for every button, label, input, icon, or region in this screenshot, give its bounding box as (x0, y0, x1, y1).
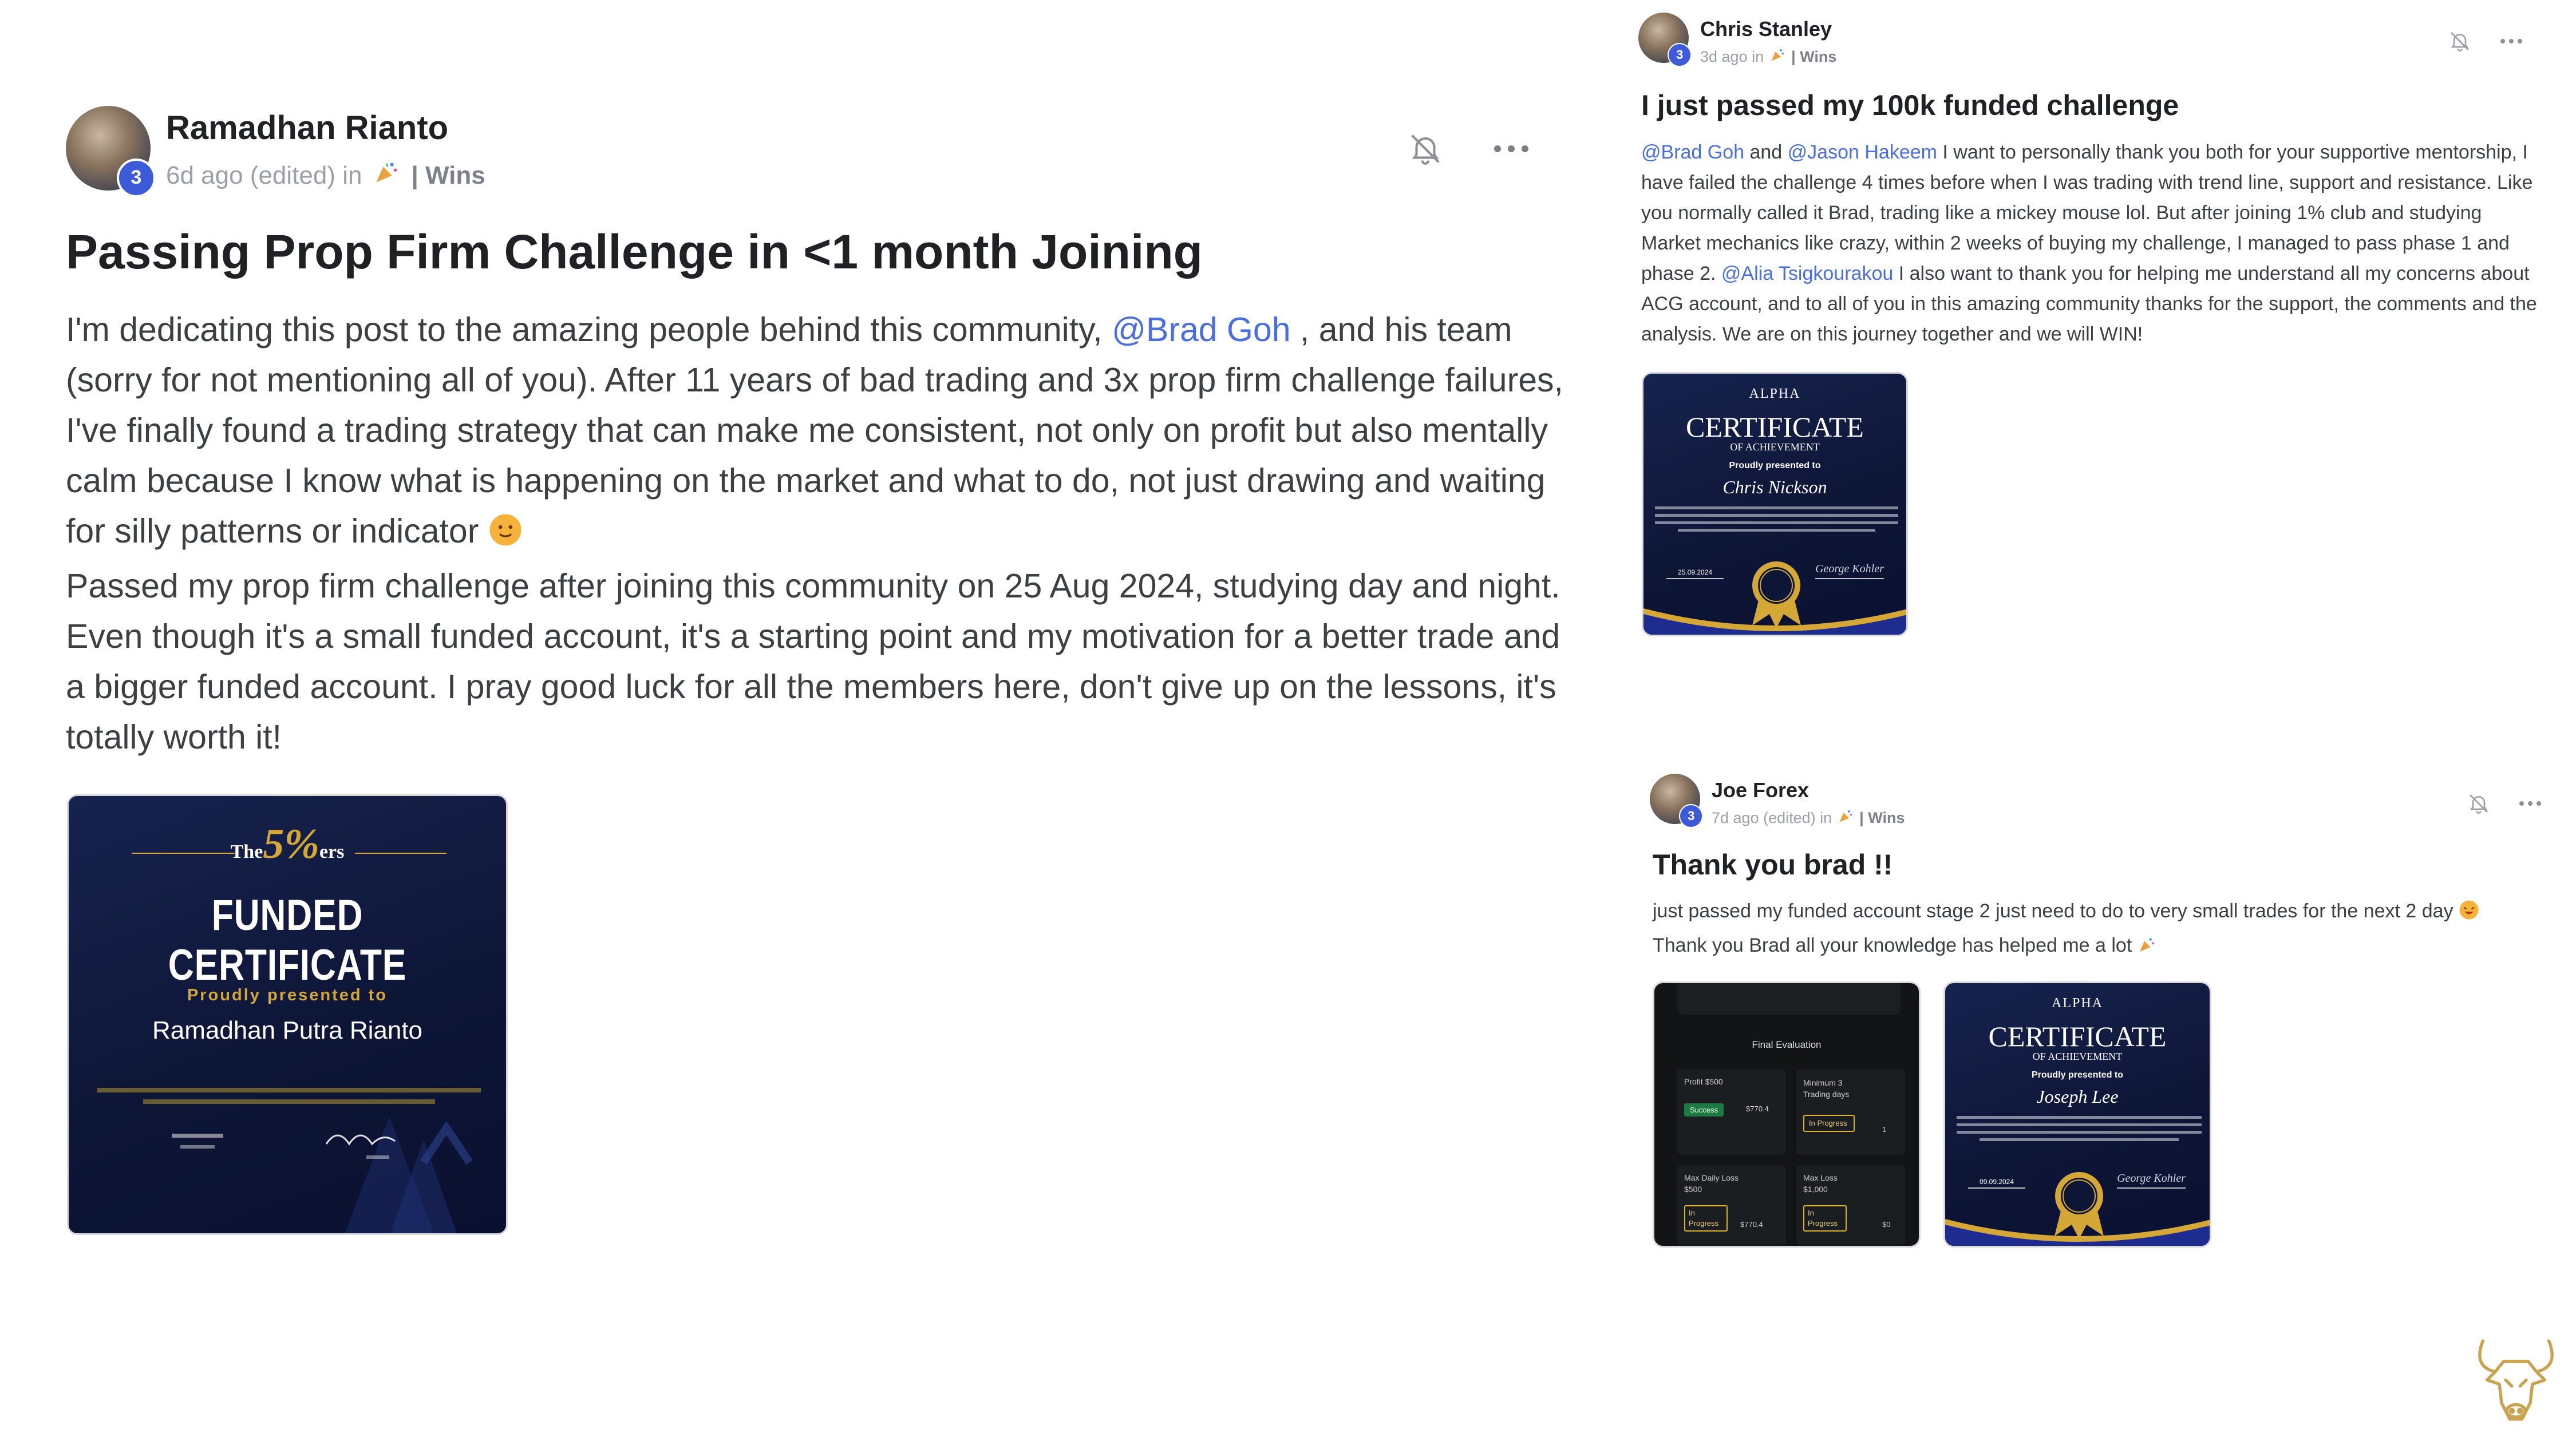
level-badge: 3 (116, 158, 156, 197)
more-options-icon[interactable] (1491, 137, 1531, 160)
evaluation-daily-loss-box: Max Daily Loss $500 In Progress $770.4 (1677, 1165, 1786, 1245)
face-emoji-icon (488, 510, 523, 561)
post-paragraph: I'm dedicating this post to the amazing … (66, 304, 1566, 561)
status-badge: In Progress (1803, 1115, 1855, 1132)
certificate-decoration (1945, 1116, 2210, 1246)
certificate-signature: George Kohler (1815, 563, 1884, 575)
evaluation-top-bar (1677, 983, 1901, 1015)
author-name[interactable]: Chris Stanley (1700, 17, 1832, 41)
evaluation-min-days-box: Minimum 3 Trading days In Progress 1 (1796, 1069, 1905, 1155)
post-body: I'm dedicating this post to the amazing … (66, 304, 1566, 762)
post-paragraph: @Brad Goh and @Jason Hakeem I want to pe… (1641, 141, 2537, 345)
post-title[interactable]: Passing Prop Firm Challenge in <1 month … (66, 224, 1203, 280)
certificate-fine-print (97, 1088, 481, 1159)
evaluation-heading: Final Evaluation (1752, 1039, 1822, 1050)
post-meta: 3d ago in | Wins (1700, 47, 1836, 67)
post-time: 7d ago (edited) in (1712, 809, 1832, 826)
avatar[interactable]: 3 (66, 106, 156, 197)
post-meta: 6d ago (edited) in | Wins (166, 159, 485, 192)
bull-head-logo-icon (2464, 1331, 2567, 1434)
avatar[interactable]: 3 (1638, 13, 1692, 68)
funded-certificate-image[interactable]: The5%ers FUNDED CERTIFICATE Proudly pres… (67, 794, 508, 1235)
certificate-decoration (1643, 506, 1906, 635)
level-badge: 3 (1668, 43, 1692, 68)
post-title[interactable]: I just passed my 100k funded challenge (1641, 89, 2179, 122)
certificate-date: 09.09.2024 (1979, 1178, 2014, 1186)
more-options-icon[interactable] (2499, 34, 2524, 48)
evaluation-profit-box: Profit $500 Success $770.4 (1677, 1069, 1786, 1155)
post-time: 6d ago (edited) in (166, 161, 362, 189)
author-name[interactable]: Ramadhan Rianto (166, 109, 448, 147)
party-popper-icon (1838, 808, 1854, 828)
author-name[interactable]: Joe Forex (1712, 778, 1809, 802)
post-title[interactable]: Thank you brad !! (1653, 848, 1893, 881)
laughing-face-icon (2459, 898, 2479, 930)
alpha-certificate-image[interactable]: ALPHA CERTIFICATE OF ACHIEVEMENT Proudly… (1943, 981, 2211, 1248)
category-label[interactable]: | Wins (1859, 809, 1905, 827)
post-paragraph: Passed my prop firm challenge after join… (66, 567, 1560, 756)
category-label[interactable]: | Wins (1791, 48, 1836, 66)
status-badge: Success (1684, 1103, 1724, 1117)
mention-link[interactable]: @Alia Tsigkourakou (1721, 263, 1893, 284)
mention-link[interactable]: @Jason Hakeem (1788, 141, 1937, 163)
mention-link[interactable]: @Brad Goh (1112, 311, 1290, 349)
avatar[interactable]: 3 (1650, 774, 1704, 829)
party-popper-icon (1769, 47, 1785, 67)
bell-icon[interactable] (1405, 129, 1445, 169)
certificate-date: 25.09.2024 (1677, 568, 1713, 576)
post-meta: 7d ago (edited) in | Wins (1712, 808, 1905, 828)
alpha-certificate-image[interactable]: ALPHA CERTIFICATE OF ACHIEVEMENT Proudly… (1642, 372, 1908, 636)
party-popper-icon (2138, 932, 2156, 964)
post-paragraph: Thank you Brad all your knowledge has he… (1653, 930, 2557, 964)
more-options-icon[interactable] (2518, 797, 2543, 810)
post-body: @Brad Goh and @Jason Hakeem I want to pe… (1641, 137, 2540, 350)
status-badge: In Progress (1803, 1205, 1847, 1232)
bell-icon[interactable] (2447, 29, 2472, 54)
post-right-top: 3 Chris Stanley 3d ago in | Wins I just … (1626, 0, 2553, 687)
mention-link[interactable]: @Brad Goh (1641, 141, 1744, 163)
post-time: 3d ago in (1700, 48, 1764, 65)
category-label[interactable]: | Wins (411, 161, 485, 190)
post-body: just passed my funded account stage 2 ju… (1653, 896, 2557, 964)
evaluation-max-loss-box: Max Loss $1,000 In Progress $0 (1796, 1165, 1905, 1245)
bell-icon[interactable] (2466, 791, 2491, 816)
post-paragraph: just passed my funded account stage 2 ju… (1653, 896, 2557, 930)
party-popper-icon (373, 159, 400, 192)
post-right-bottom: 3 Joe Forex 7d ago (edited) in | Wins Th… (1637, 761, 2565, 1276)
certificate-signature: George Kohler (2117, 1172, 2186, 1185)
level-badge: 3 (1679, 804, 1704, 829)
final-evaluation-image[interactable]: Final Evaluation Profit $500 Success $77… (1653, 981, 1921, 1248)
post-main: 3 Ramadhan Rianto 6d ago (edited) in | W… (0, 0, 1580, 1259)
status-badge: In Progress (1684, 1205, 1728, 1232)
